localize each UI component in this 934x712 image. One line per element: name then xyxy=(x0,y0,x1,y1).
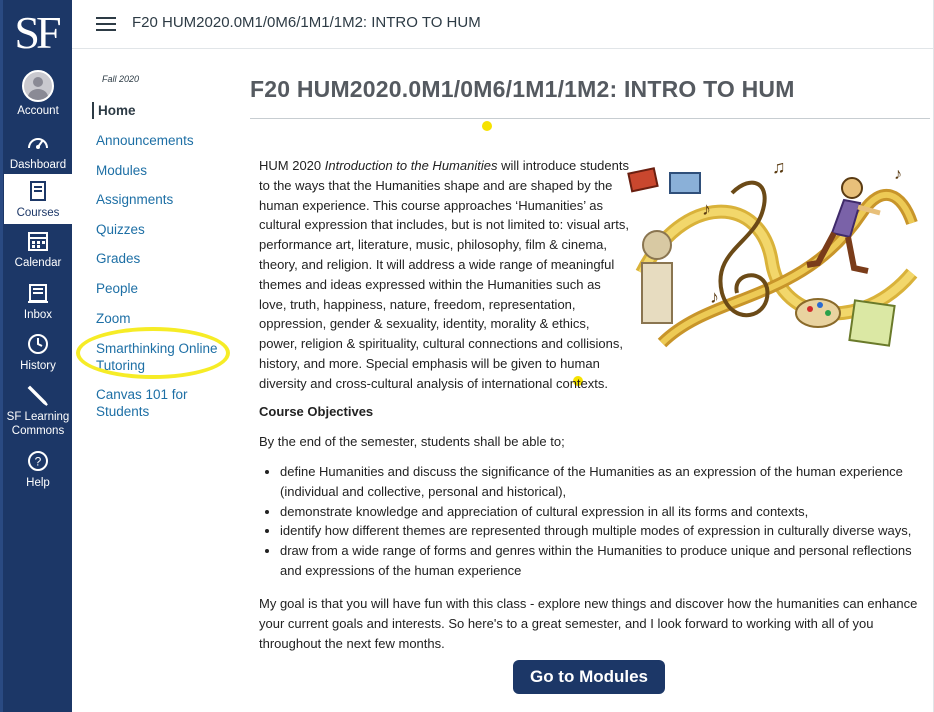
inbox-icon xyxy=(28,284,48,303)
yellow-dot-marker xyxy=(482,121,492,131)
nav-calendar[interactable]: Calendar xyxy=(4,228,72,270)
nav-sf-learning-commons-label: SF Learning Commons xyxy=(6,411,70,437)
nav-history[interactable]: History xyxy=(4,331,72,373)
account-avatar-icon xyxy=(22,70,54,102)
nav-inbox-label: Inbox xyxy=(23,309,53,321)
calendar-icon xyxy=(28,232,48,251)
page-title: F20 HUM2020.0M1/0M6/1M1/1M2: INTRO TO HU… xyxy=(250,76,795,102)
course-nav-home[interactable]: Home xyxy=(92,102,136,119)
sf-logo[interactable]: SF xyxy=(0,2,72,64)
objectives-list: define Humanities and discuss the signif… xyxy=(262,462,930,581)
nav-dashboard[interactable]: Dashboard xyxy=(4,130,72,172)
objective-item: identify how different themes are repres… xyxy=(280,521,930,541)
nav-history-label: History xyxy=(20,360,56,372)
pencil-icon xyxy=(27,385,48,406)
nav-edge xyxy=(0,0,3,712)
yellow-highlight-annotation xyxy=(76,327,230,379)
hamburger-menu-icon[interactable] xyxy=(96,17,116,31)
nav-help[interactable]: ? Help xyxy=(4,448,72,490)
objectives-lead: By the end of the semester, students sha… xyxy=(259,434,565,449)
title-divider xyxy=(250,118,930,119)
clock-icon xyxy=(28,334,48,354)
nav-courses[interactable]: Courses xyxy=(4,174,72,224)
nav-help-label: Help xyxy=(26,477,50,489)
objective-item: demonstrate knowledge and appreciation o… xyxy=(280,502,930,522)
objective-item: define Humanities and discuss the signif… xyxy=(280,462,930,502)
course-nav-quizzes[interactable]: Quizzes xyxy=(96,221,145,238)
breadcrumb[interactable]: F20 HUM2020.0M1/0M6/1M1/1M2: INTRO TO HU… xyxy=(132,14,481,31)
nav-sf-learning-commons[interactable]: SF Learning Commons xyxy=(4,382,72,438)
speedometer-icon xyxy=(28,138,48,149)
go-to-modules-button[interactable]: Go to Modules xyxy=(513,660,665,694)
nav-account-label: Account xyxy=(17,105,59,117)
intro-prefix: HUM 2020 xyxy=(259,158,325,173)
course-nav-announcements[interactable]: Announcements xyxy=(96,132,194,149)
help-icon: ? xyxy=(28,451,48,471)
nav-courses-label: Courses xyxy=(16,207,60,219)
book-icon xyxy=(30,181,46,201)
course-nav-modules[interactable]: Modules xyxy=(96,162,147,179)
svg-text:?: ? xyxy=(35,455,42,469)
nav-account[interactable]: Account xyxy=(4,70,72,118)
objectives-heading: Course Objectives xyxy=(259,404,374,419)
global-navigation: SF Account Dashboard Courses Calendar In… xyxy=(0,0,72,712)
course-nav-canvas-101[interactable]: Canvas 101 for Students xyxy=(96,386,206,420)
objective-item: draw from a wide range of forms and genr… xyxy=(280,541,930,581)
course-name: Introduction to the Humanities xyxy=(324,158,498,173)
course-nav-people[interactable]: People xyxy=(96,280,138,297)
closing-paragraph: My goal is that you will have fun with t… xyxy=(259,596,918,651)
intro-section: HUM 2020 Introduction to the Humanities … xyxy=(259,156,929,394)
nav-dashboard-label: Dashboard xyxy=(9,159,67,171)
course-nav-zoom[interactable]: Zoom xyxy=(96,310,131,327)
course-nav-grades[interactable]: Grades xyxy=(96,250,140,267)
course-nav-assignments[interactable]: Assignments xyxy=(96,191,173,208)
term-label: Fall 2020 xyxy=(102,74,140,84)
nav-inbox[interactable]: Inbox xyxy=(4,280,72,322)
nav-calendar-label: Calendar xyxy=(14,257,62,269)
intro-body: will introduce students to the ways that… xyxy=(259,158,629,391)
course-header: F20 HUM2020.0M1/0M6/1M1/1M2: INTRO TO HU… xyxy=(72,0,934,49)
